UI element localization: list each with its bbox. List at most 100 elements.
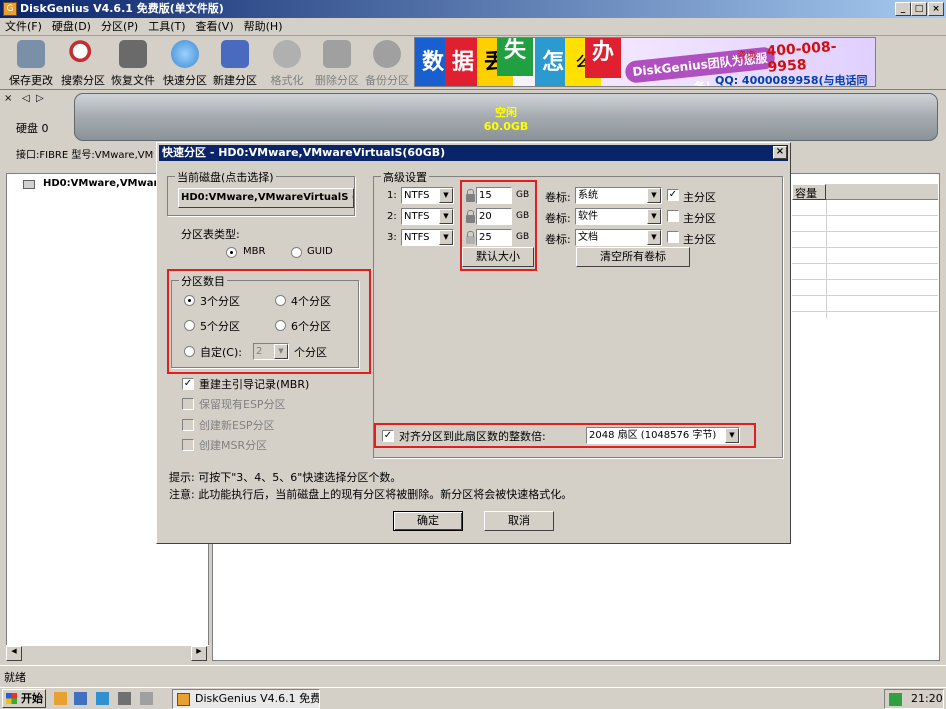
- rebuild-mbr-label: 重建主引导记录(MBR): [199, 378, 310, 391]
- dialog-title-bar: 快速分区 - HD0:VMware,VMwareVirtualS(60GB): [159, 145, 788, 161]
- prev-disk-button[interactable]: ◁: [22, 93, 30, 104]
- menu-disk[interactable]: 硬盘(D): [47, 18, 96, 35]
- app-icon: [177, 693, 190, 706]
- quick-partition-dialog: 快速分区 - HD0:VMware,VMwareVirtualS(60GB) ×…: [156, 142, 791, 544]
- guid-radio[interactable]: [291, 247, 302, 258]
- mbr-radio[interactable]: [226, 247, 237, 258]
- scroll-left-button[interactable]: ◀: [6, 646, 22, 661]
- chevron-down-icon: ▼: [439, 188, 453, 203]
- save-changes-button[interactable]: 保存更改: [6, 38, 56, 88]
- backup-partition-button[interactable]: 备份分区: [362, 38, 412, 88]
- search-partition-button[interactable]: 搜索分区: [58, 38, 108, 88]
- scroll-right-button[interactable]: ▶: [191, 646, 207, 661]
- align-label: 对齐分区到此扇区数的整数倍:: [399, 430, 546, 443]
- system-tray: 21:20: [884, 689, 944, 709]
- close-disk-view-icon[interactable]: ×: [4, 93, 12, 104]
- highlight-box: [460, 180, 537, 271]
- row3-primary-label: 主分区: [683, 233, 716, 246]
- next-disk-button[interactable]: ▷: [36, 93, 44, 104]
- ad-banner[interactable]: 数 据 丢 失 怎 么 办 DiskGenius团队为您服务! 咨询: 400-…: [414, 37, 876, 87]
- quicklaunch-icon[interactable]: [118, 692, 131, 705]
- quick-partition-button[interactable]: 快速分区: [160, 38, 210, 88]
- row1-primary-checkbox[interactable]: ✓: [667, 189, 679, 201]
- row1-fs-select[interactable]: NTFS ▼: [401, 187, 454, 204]
- row3-volume-label-text: 卷标:: [545, 233, 571, 246]
- disk-free-bar[interactable]: 空闲 60.0GB: [74, 93, 938, 141]
- minimize-button[interactable]: _: [895, 2, 911, 16]
- taskbar: 开始 DiskGenius V4.6.1 免费... 21:20: [0, 687, 946, 709]
- free-space-label: 空闲: [495, 106, 517, 119]
- banner-phone-label: 咨询:: [737, 51, 759, 61]
- row2-volume-select[interactable]: 软件 ▼: [575, 208, 662, 225]
- warning-text: 注意: 此功能执行后，当前磁盘上的现有分区将被删除。新分区将会被快速格式化。: [169, 488, 573, 501]
- rebuild-mbr-checkbox[interactable]: ✓: [182, 378, 194, 390]
- current-disk-title: 当前磁盘(点击选择): [175, 169, 276, 185]
- row3-fs-select[interactable]: NTFS ▼: [401, 229, 454, 246]
- row2-volume-label-text: 卷标:: [545, 212, 571, 225]
- search-icon: [69, 40, 97, 68]
- partition-table: [792, 200, 938, 318]
- table-header: 容量: [792, 184, 938, 200]
- quicklaunch-icon[interactable]: [140, 692, 153, 705]
- restore-icon: [119, 40, 147, 68]
- dialog-close-button[interactable]: ×: [773, 146, 787, 159]
- network-icon[interactable]: [889, 693, 902, 706]
- menu-file[interactable]: 文件(F): [0, 18, 47, 35]
- status-bar: 就绪: [0, 665, 946, 685]
- row2-primary-label: 主分区: [683, 212, 716, 225]
- free-space-size: 60.0GB: [483, 120, 529, 133]
- window-title-bar: DiskGenius V4.6.1 免费版(单文件版): [0, 0, 946, 18]
- clear-labels-button[interactable]: 清空所有卷标: [576, 247, 690, 267]
- keep-esp-checkbox[interactable]: [182, 398, 194, 410]
- chevron-down-icon: ▼: [725, 428, 739, 443]
- delete-partition-button[interactable]: 删除分区: [312, 38, 362, 88]
- status-text: 就绪: [4, 671, 26, 684]
- taskbar-task-diskgenius[interactable]: DiskGenius V4.6.1 免费...: [172, 689, 320, 709]
- row1-volume-select[interactable]: 系统 ▼: [575, 187, 662, 204]
- current-disk-group: 当前磁盘(点击选择) HD0:VMware,VMwareVirtualS (6: [167, 169, 355, 216]
- clock: 21:20: [911, 692, 943, 705]
- align-sectors-select[interactable]: 2048 扇区 (1048576 字节) ▼: [586, 427, 740, 444]
- row2-primary-checkbox[interactable]: [667, 210, 679, 222]
- disk-icon: [23, 180, 35, 189]
- quick-partition-icon: [171, 40, 199, 68]
- highlight-box: [167, 269, 371, 374]
- tree-hscrollbar[interactable]: ◀ ▶: [6, 645, 209, 661]
- hint-text: 提示: 可按下"3、4、5、6"快速选择分区个数。: [169, 471, 402, 484]
- disk-info: 接口:FIBRE 型号:VMware,VMwareVirtualS: [16, 150, 154, 161]
- align-checkbox[interactable]: ✓: [382, 430, 394, 442]
- save-icon: [17, 40, 45, 68]
- row2-fs-select[interactable]: NTFS ▼: [401, 208, 454, 225]
- menu-bar: 文件(F) 硬盘(D) 分区(P) 工具(T) 查看(V) 帮助(H): [0, 18, 946, 36]
- ok-button[interactable]: 确定: [393, 511, 463, 531]
- new-partition-icon: [221, 40, 249, 68]
- quicklaunch-icon[interactable]: [54, 692, 67, 705]
- quicklaunch-icon[interactable]: [74, 692, 87, 705]
- maximize-button[interactable]: □: [911, 2, 927, 16]
- disk-label: 硬盘 0: [16, 122, 49, 135]
- chevron-down-icon: ▼: [647, 209, 661, 224]
- start-button[interactable]: 开始: [2, 689, 46, 708]
- banner-char: 办: [585, 38, 621, 78]
- new-partition-button[interactable]: 新建分区: [210, 38, 260, 88]
- row3-number: 3:: [387, 232, 397, 243]
- partition-table-type-label: 分区表类型:: [181, 228, 240, 241]
- banner-char: 据: [445, 38, 481, 86]
- menu-tools[interactable]: 工具(T): [143, 18, 190, 35]
- menu-partition[interactable]: 分区(P): [96, 18, 143, 35]
- restore-files-button[interactable]: 恢复文件: [108, 38, 158, 88]
- quicklaunch-icon[interactable]: [96, 692, 109, 705]
- menu-view[interactable]: 查看(V): [191, 18, 239, 35]
- row3-primary-checkbox[interactable]: [667, 231, 679, 243]
- format-button[interactable]: 格式化: [262, 38, 312, 88]
- create-msr-checkbox[interactable]: [182, 439, 194, 451]
- column-capacity[interactable]: 容量: [792, 184, 826, 200]
- current-disk-button[interactable]: HD0:VMware,VMwareVirtualS (6: [178, 188, 354, 208]
- create-esp-checkbox[interactable]: [182, 419, 194, 431]
- close-button[interactable]: ×: [928, 2, 944, 16]
- chevron-down-icon: ▼: [439, 209, 453, 224]
- guid-label: GUID: [307, 246, 333, 257]
- menu-help[interactable]: 帮助(H): [239, 18, 288, 35]
- row3-volume-select[interactable]: 文档 ▼: [575, 229, 662, 246]
- cancel-button[interactable]: 取消: [484, 511, 554, 531]
